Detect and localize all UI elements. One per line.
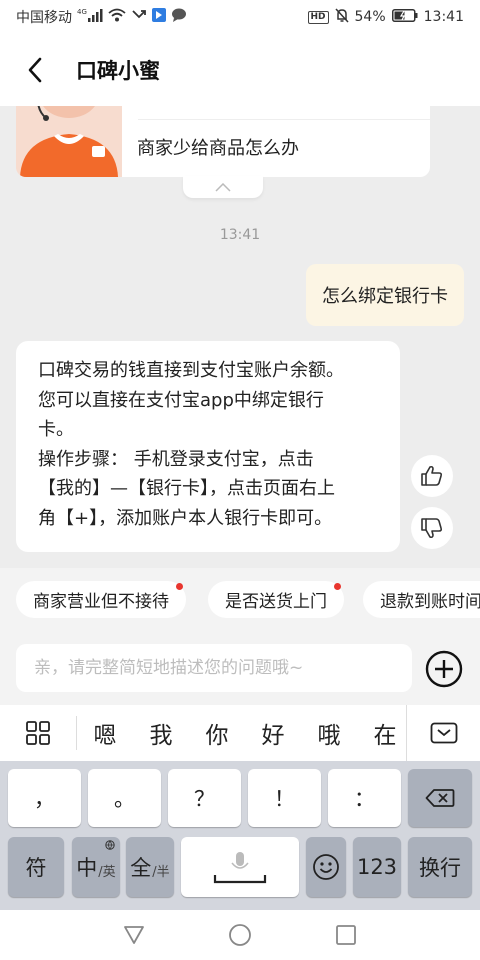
assistant-avatar-illustration xyxy=(16,106,122,177)
width-main: 全 xyxy=(130,856,152,880)
message-input[interactable] xyxy=(16,644,412,692)
card-question[interactable]: 商家少给商品怎么办 xyxy=(137,134,299,160)
keyboard-collapse-icon xyxy=(430,722,457,744)
mute-icon xyxy=(334,7,349,27)
app-notification-icon xyxy=(152,8,166,26)
network-label: 4G xyxy=(77,8,87,16)
microphone-icon xyxy=(213,852,267,884)
signal-icon: 4G xyxy=(77,8,103,26)
message-icon xyxy=(171,8,187,26)
nav-home-button[interactable] xyxy=(220,915,260,955)
back-button[interactable] xyxy=(0,34,70,106)
hd-badge: HD xyxy=(307,10,329,24)
ime-candidate-bar: 嗯 我 你 好 哦 在 xyxy=(0,705,480,761)
space-key[interactable] xyxy=(181,837,299,897)
thumbs-up-icon xyxy=(421,465,443,486)
notification-dot xyxy=(176,583,183,590)
suggestion-label: 是否送货上门 xyxy=(225,592,327,612)
ime-menu-button[interactable] xyxy=(0,705,76,761)
key-comma[interactable]: ， xyxy=(8,769,81,827)
ime-candidate[interactable]: 你 xyxy=(189,716,245,750)
width-sub: /半 xyxy=(152,864,170,880)
ime-candidate[interactable]: 嗯 xyxy=(77,716,133,750)
suggestion-bar: 商家营业但不接待 是否送货上门 退款到账时间 xyxy=(0,568,480,631)
hide-keyboard-button[interactable] xyxy=(406,705,480,761)
key-exclamation[interactable]: ！ xyxy=(248,769,321,827)
square-recents-icon xyxy=(336,925,356,945)
clock: 13:41 xyxy=(423,9,464,25)
keyboard: ， 。 ？ ！ ： 符 中/英 全/半 123 换行 xyxy=(0,761,480,910)
user-message-text: 怎么绑定银行卡 xyxy=(322,286,448,307)
add-attachment-button[interactable] xyxy=(425,650,463,688)
circle-home-icon xyxy=(229,924,251,946)
lang-main: 中 xyxy=(76,856,98,880)
card-divider xyxy=(138,119,430,120)
system-nav-bar xyxy=(0,910,480,960)
notification-dot xyxy=(334,583,341,590)
carrier-label: 中国移动 xyxy=(16,10,72,26)
thumbs-down-button[interactable] xyxy=(411,507,453,549)
suggestion-chip[interactable]: 商家营业但不接待 xyxy=(16,581,186,618)
backspace-icon xyxy=(425,789,455,807)
ime-candidate[interactable]: 我 xyxy=(133,716,189,750)
triangle-back-icon xyxy=(124,926,144,944)
language-switch-key[interactable]: 中/英 xyxy=(72,837,120,897)
globe-icon xyxy=(105,840,115,850)
thumbs-up-button[interactable] xyxy=(411,455,453,497)
lang-sub: /英 xyxy=(98,864,116,880)
key-question[interactable]: ？ xyxy=(168,769,241,827)
app-header: 口碑小蜜 xyxy=(0,34,480,106)
page-title: 口碑小蜜 xyxy=(76,59,160,83)
ime-candidate[interactable]: 哦 xyxy=(301,716,357,750)
grid-icon xyxy=(26,721,50,745)
key-period[interactable]: 。 xyxy=(88,769,161,827)
key-colon[interactable]: ： xyxy=(328,769,401,827)
battery-percent: 54% xyxy=(354,9,386,25)
suggestion-label: 商家营业但不接待 xyxy=(33,592,169,612)
message-timestamp: 13:41 xyxy=(219,227,261,243)
suggestion-chip[interactable]: 是否送货上门 xyxy=(208,581,344,618)
thumbs-down-icon xyxy=(421,518,443,539)
status-bar: 中国移动 4G HD 54% 13:41 xyxy=(0,0,480,34)
enter-key[interactable]: 换行 xyxy=(408,837,472,897)
emoji-key[interactable] xyxy=(306,837,346,897)
chat-area[interactable]: 商家少给商品怎么办 13:41 怎么绑定银行卡 口碑交易的钱直接到支付宝账户余额… xyxy=(0,106,480,568)
nav-back-button[interactable] xyxy=(114,915,154,955)
emoji-icon xyxy=(313,854,339,880)
missed-call-icon xyxy=(131,8,147,26)
symbol-key[interactable]: 符 xyxy=(8,837,64,897)
ime-candidate[interactable]: 在 xyxy=(357,716,413,750)
wifi-icon xyxy=(108,8,126,26)
user-message-bubble: 怎么绑定银行卡 xyxy=(306,264,464,326)
plus-circle-icon xyxy=(425,650,463,688)
chevron-up-icon xyxy=(215,182,231,192)
collapse-button[interactable] xyxy=(183,176,263,198)
composer xyxy=(0,631,480,705)
numbers-key[interactable]: 123 xyxy=(353,837,401,897)
ime-candidate[interactable]: 好 xyxy=(245,716,301,750)
faq-card[interactable]: 商家少给商品怎么办 xyxy=(16,106,430,177)
chevron-left-icon xyxy=(28,57,42,83)
full-half-width-key[interactable]: 全/半 xyxy=(126,837,174,897)
suggestion-label: 退款到账时间 xyxy=(380,592,480,612)
bot-message-bubble: 口碑交易的钱直接到支付宝账户余额。 您可以直接在支付宝app中绑定银行 卡。 操… xyxy=(16,341,400,552)
nav-recents-button[interactable] xyxy=(326,915,366,955)
backspace-key[interactable] xyxy=(408,769,472,827)
battery-icon xyxy=(391,8,418,26)
suggestion-chip[interactable]: 退款到账时间 xyxy=(363,581,480,618)
